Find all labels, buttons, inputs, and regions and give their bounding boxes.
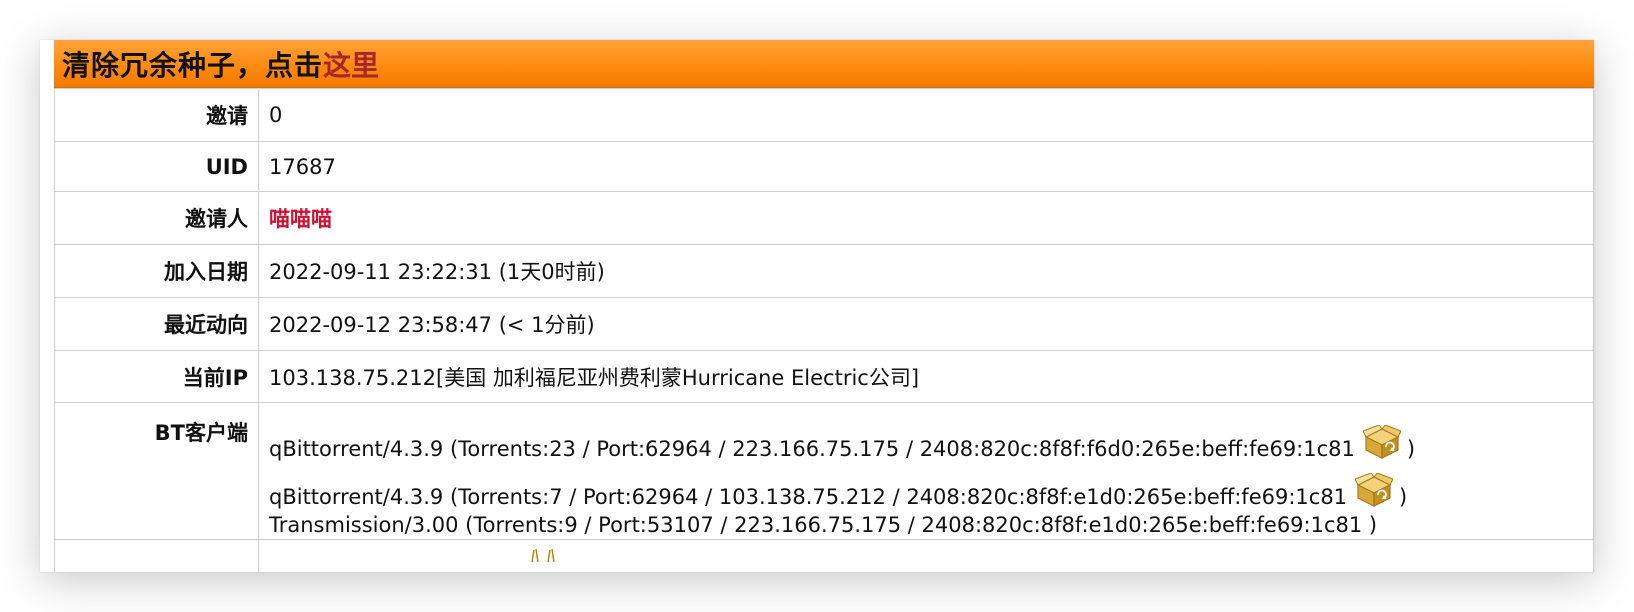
row-label: 邀请人 [54, 191, 259, 245]
row-label: 加入日期 [54, 244, 259, 298]
row-join-date: 加入日期 2022-09-11 23:22:31 (1天0时前) [54, 244, 1594, 298]
bt-client-item: Transmission/3.00 (Torrents:9 / Port:531… [269, 511, 1593, 539]
cleanup-link[interactable]: 这里 [323, 44, 379, 84]
bt-client-close-paren: ) [1399, 485, 1408, 509]
row-invites: 邀请 0 [54, 88, 1594, 142]
user-info-panel: 清除冗余种子，点击 这里 邀请 0 UID 17687 邀请人 喵喵喵 加入日期 … [54, 40, 1594, 572]
row-inviter: 邀请人 喵喵喵 [54, 191, 1594, 245]
join-date-value: 2022-09-11 23:22:31 (1天0时前) [258, 244, 1594, 298]
partial-value [258, 539, 1594, 572]
cleanup-banner-text: 清除冗余种子，点击 [62, 48, 324, 82]
row-uid: UID 17687 [54, 141, 1594, 192]
row-partial [54, 539, 1594, 572]
partial-icon [531, 548, 555, 562]
row-label: 当前IP [54, 350, 259, 403]
bt-client-close-paren: ) [1406, 437, 1416, 461]
bt-client-text: qBittorrent/4.3.9 (Torrents:23 / Port:62… [269, 437, 1355, 461]
bt-clients-list: qBittorrent/4.3.9 (Torrents:23 / Port:62… [258, 402, 1594, 540]
row-label [54, 539, 259, 572]
invites-value: 0 [258, 88, 1594, 142]
inviter-link[interactable]: 喵喵喵 [269, 207, 332, 231]
row-label: 最近动向 [54, 297, 259, 351]
row-label: UID [54, 141, 259, 192]
row-label: BT客户端 [54, 402, 259, 540]
user-info-table: 邀请 0 UID 17687 邀请人 喵喵喵 加入日期 2022-09-11 2… [54, 88, 1594, 572]
inviter-cell: 喵喵喵 [258, 191, 1594, 245]
row-label: 邀请 [54, 88, 259, 142]
browser-window: 清除冗余种子，点击 这里 邀请 0 UID 17687 邀请人 喵喵喵 加入日期 … [40, 40, 1594, 572]
row-bt-clients: BT客户端 qBittorrent/4.3.9 (Torrents:23 / P… [54, 402, 1594, 540]
recycle-box-icon[interactable] [1354, 472, 1394, 507]
current-ip-value: 103.138.75.212[美国 加利福尼亚州费利蒙Hurricane Ele… [258, 350, 1594, 403]
uid-value: 17687 [258, 141, 1594, 192]
row-last-activity: 最近动向 2022-09-12 23:58:47 (< 1分前) [54, 297, 1594, 351]
cleanup-banner: 清除冗余种子，点击 这里 [54, 40, 1594, 88]
recycle-box-icon[interactable] [1362, 424, 1402, 459]
bt-client-item: qBittorrent/4.3.9 (Torrents:23 / Port:62… [269, 424, 1593, 463]
bt-client-text: Transmission/3.00 (Torrents:9 / Port:531… [269, 513, 1378, 537]
bt-client-item: qBittorrent/4.3.9 (Torrents:7 / Port:629… [269, 472, 1593, 511]
row-current-ip: 当前IP 103.138.75.212[美国 加利福尼亚州费利蒙Hurrican… [54, 350, 1594, 403]
last-activity-value: 2022-09-12 23:58:47 (< 1分前) [258, 297, 1594, 351]
bt-client-text: qBittorrent/4.3.9 (Torrents:7 / Port:629… [269, 485, 1348, 509]
